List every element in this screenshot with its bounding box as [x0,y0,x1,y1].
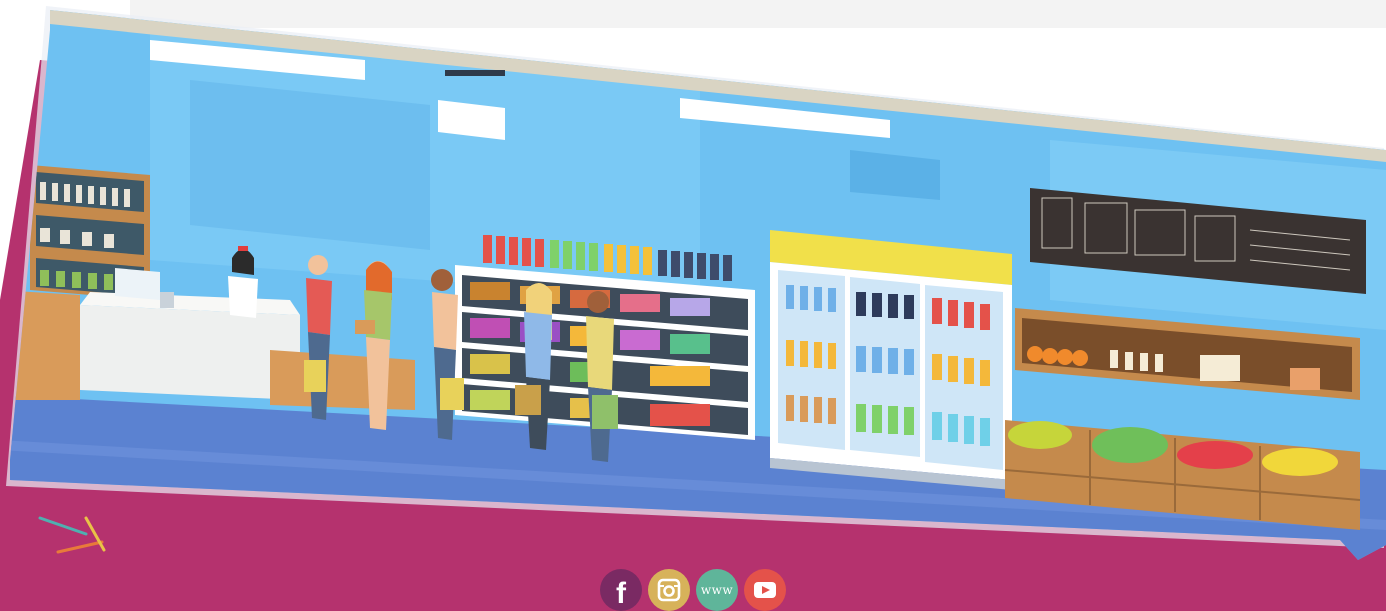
instagram-link[interactable] [648,569,690,611]
youtube-link[interactable] [744,569,786,611]
decorative-arrow-icon [38,516,106,554]
youtube-icon [754,582,776,598]
facebook-link[interactable]: f [600,569,642,611]
facebook-icon: f [616,577,626,610]
supermarket-illustration [6,6,1386,560]
instagram-icon [657,578,681,602]
website-link[interactable]: www [696,569,738,611]
social-links: f www [600,569,840,611]
page: f www [0,0,1386,611]
globe-www-icon: www [700,583,734,597]
